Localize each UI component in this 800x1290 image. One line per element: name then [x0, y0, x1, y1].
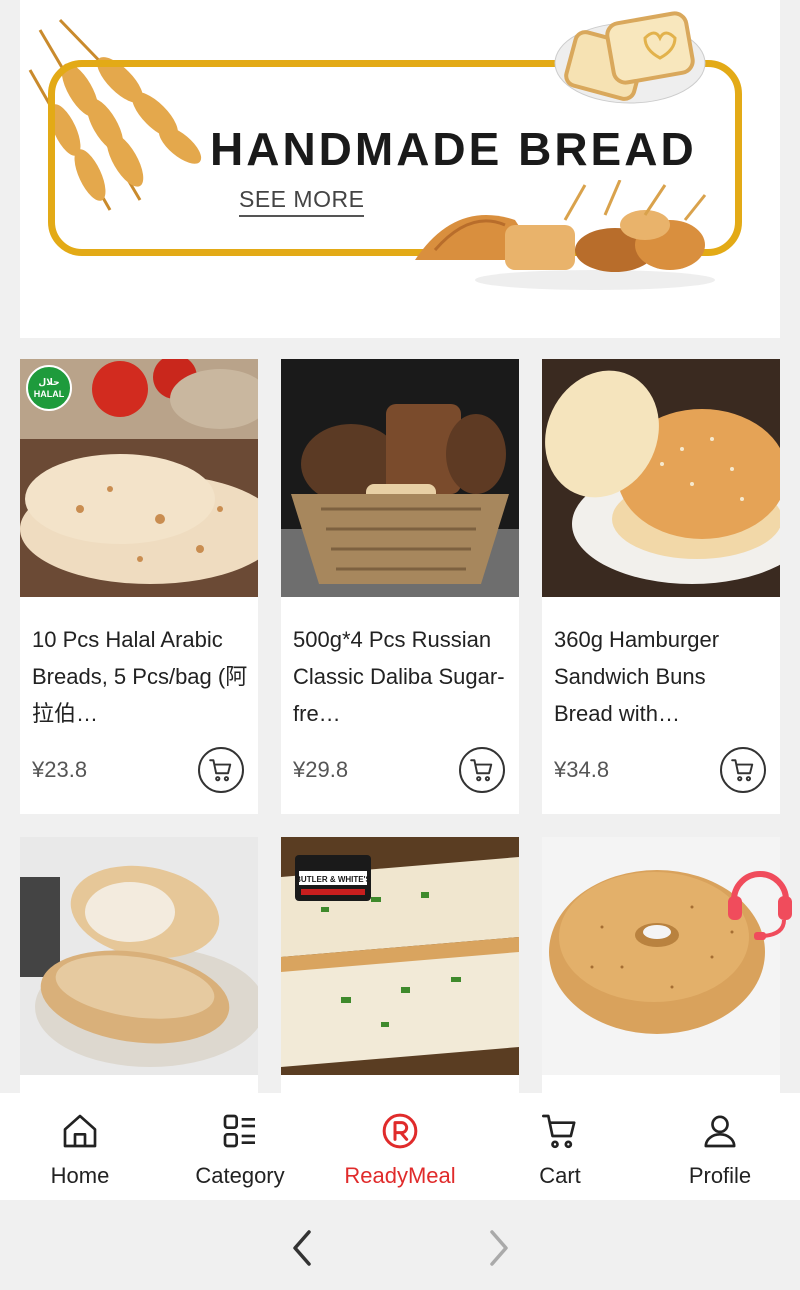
- product-card[interactable]: 360g Hamburger Sandwich Buns Bread with……: [542, 359, 780, 814]
- product-card[interactable]: BUTLER & WHITE'S: [281, 837, 519, 1097]
- product-name[interactable]: 10 Pcs Halal Arabic Breads, 5 Pcs/bag (阿…: [32, 621, 248, 732]
- home-icon: [58, 1109, 102, 1153]
- profile-icon: [698, 1109, 742, 1153]
- cart-icon: [538, 1109, 582, 1153]
- bottom-nav: Home Category ReadyMeal Cart Profile: [0, 1093, 800, 1200]
- product-image[interactable]: [542, 359, 780, 597]
- forward-arrow-icon[interactable]: [480, 1228, 516, 1268]
- brand-logo-text: BUTLER & WHITE'S: [295, 875, 371, 884]
- product-card[interactable]: حلال HALAL 10 Pcs Halal Arabic Breads, 5 …: [20, 359, 258, 814]
- add-to-cart-button[interactable]: [459, 747, 505, 793]
- product-price: ¥23.8: [32, 757, 88, 782]
- product-image[interactable]: حلال HALAL: [20, 359, 258, 597]
- cart-icon: [731, 759, 754, 782]
- cart-icon: [209, 759, 232, 782]
- nav-profile[interactable]: Profile: [640, 1093, 800, 1200]
- nav-label: Cart: [539, 1163, 581, 1188]
- customer-support-icon[interactable]: [724, 860, 796, 942]
- nav-cart[interactable]: Cart: [480, 1093, 640, 1200]
- promo-banner[interactable]: HANDMADE BREAD SEE MORE: [20, 0, 780, 338]
- nav-home[interactable]: Home: [0, 1093, 160, 1200]
- toast-illustration: [554, 11, 706, 104]
- product-price: ¥29.8: [293, 757, 349, 782]
- product-image[interactable]: [281, 359, 519, 597]
- nav-readymeal[interactable]: ReadyMeal: [320, 1093, 480, 1200]
- nav-category[interactable]: Category: [160, 1093, 320, 1200]
- product-name[interactable]: 500g*4 Pcs Russian Classic Daliba Sugar-…: [293, 621, 509, 732]
- product-image[interactable]: BUTLER & WHITE'S: [281, 837, 519, 1075]
- product-card[interactable]: [20, 837, 258, 1097]
- product-name[interactable]: 360g Hamburger Sandwich Buns Bread with…: [554, 621, 770, 732]
- halal-badge: حلال HALAL: [26, 365, 72, 411]
- nav-label: Profile: [688, 1163, 752, 1188]
- see-more-link[interactable]: SEE MORE: [239, 186, 365, 217]
- product-card[interactable]: 500g*4 Pcs Russian Classic Daliba Sugar-…: [281, 359, 519, 814]
- category-icon: [218, 1109, 262, 1153]
- pastry-illustration: [415, 180, 715, 290]
- cart-icon: [470, 759, 493, 782]
- nav-label: Home: [50, 1163, 110, 1188]
- add-to-cart-button[interactable]: [720, 747, 766, 793]
- back-arrow-icon[interactable]: [285, 1228, 321, 1268]
- nav-label: ReadyMeal: [344, 1163, 456, 1188]
- product-image[interactable]: [20, 837, 258, 1075]
- banner-title: HANDMADE BREAD: [210, 123, 697, 175]
- nav-label: Category: [195, 1163, 285, 1188]
- product-price: ¥34.8: [554, 757, 610, 782]
- add-to-cart-button[interactable]: [198, 747, 244, 793]
- browser-nav-bar: [0, 1200, 800, 1290]
- readymeal-icon: [378, 1109, 422, 1153]
